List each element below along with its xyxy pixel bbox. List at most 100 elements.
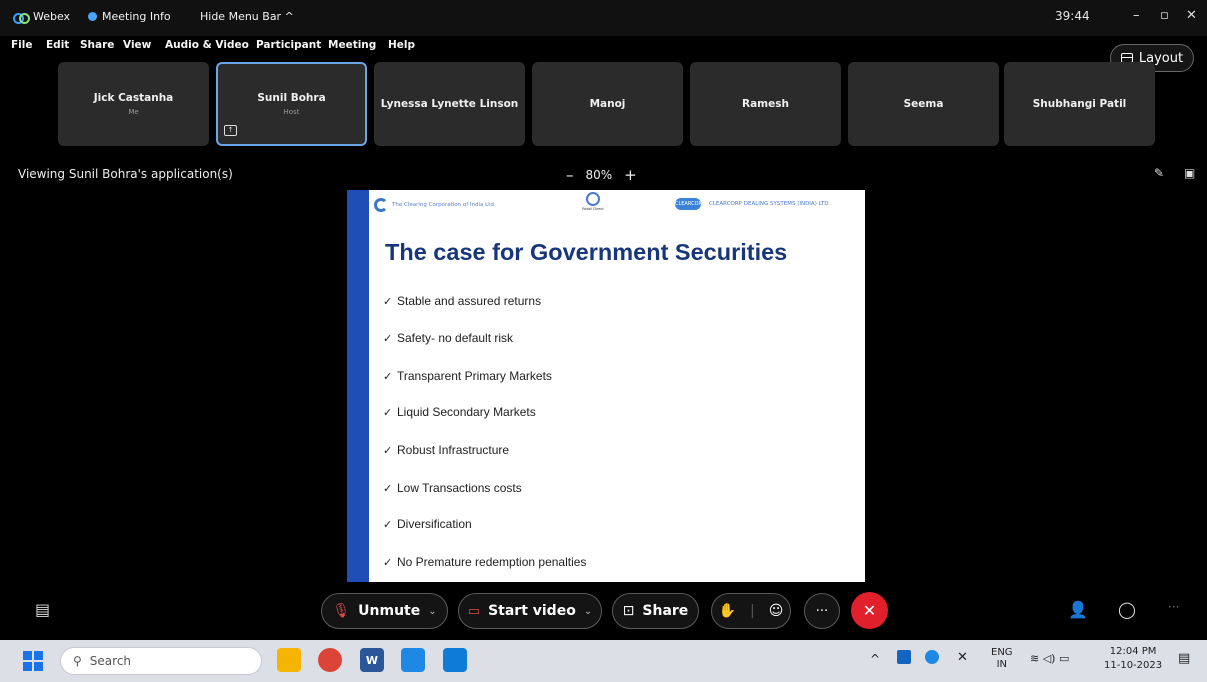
chat-panel-icon[interactable]: ▤ <box>35 600 50 619</box>
ccil-brand: The Clearing Corporation of India Ltd. <box>374 198 496 212</box>
participant-name: Ramesh <box>742 98 789 110</box>
title-bar: Webex Meeting Info Hide Menu Bar ^ 39:44… <box>0 0 1207 36</box>
list-item: ✓ Safety- no default risk <box>383 331 514 345</box>
participant-name: Lynessa Lynette Linson <box>380 98 519 110</box>
webex-logo-icon <box>13 12 30 24</box>
more-panels-icon[interactable]: ··· <box>1168 600 1179 614</box>
zoom-level: 80% <box>585 168 613 182</box>
participant-name: Seema <box>903 98 944 110</box>
info-icon <box>88 12 97 21</box>
list-item: ✓ Robust Infrastructure <box>383 443 510 457</box>
zoom-out-button[interactable]: – <box>566 166 574 184</box>
mic-muted-tray-icon[interactable]: ✕ <box>957 650 968 665</box>
app-name[interactable]: Webex <box>13 10 70 24</box>
participant-tile[interactable]: Manoj <box>532 62 683 146</box>
show-hidden-icons[interactable]: ^ <box>870 652 880 666</box>
chevron-down-icon[interactable]: ⌄ <box>584 606 592 617</box>
close-button[interactable]: ✕ <box>1186 8 1197 23</box>
viewing-label: Viewing Sunil Bohra's application(s) <box>18 167 233 181</box>
photos-icon[interactable] <box>401 648 425 672</box>
list-item: ✓ Transparent Primary Markets <box>383 369 552 383</box>
hide-menu-bar-button[interactable]: Hide Menu Bar ^ <box>200 10 294 23</box>
notifications-icon[interactable]: ▤ <box>1178 651 1190 666</box>
slide-header: The Clearing Corporation of India Ltd. R… <box>369 190 865 220</box>
list-item: ✓ Stable and assured returns <box>383 294 542 308</box>
annotate-icon[interactable]: ✎ <box>1154 166 1164 180</box>
participant-role: Host <box>283 108 300 116</box>
video-off-icon: ▭ <box>467 603 481 619</box>
reactions-group: ✋ | ☺ <box>711 593 791 629</box>
more-options-button[interactable]: ··· <box>804 593 840 629</box>
wifi-volume-battery-icon[interactable]: ≋ ◁) ▭ <box>1030 652 1069 665</box>
menu-file[interactable]: File <box>11 39 33 51</box>
participant-tile[interactable]: Jick Castanha Me <box>58 62 209 146</box>
mic-muted-icon: 🎙 <box>332 603 351 619</box>
popout-icon[interactable]: ▣ <box>1184 166 1195 180</box>
check-icon: ✓ <box>383 557 393 569</box>
menu-edit[interactable]: Edit <box>46 39 69 51</box>
meeting-timer: 39:44 <box>1055 9 1090 23</box>
chat-icon[interactable]: ◯ <box>1118 600 1136 619</box>
windows-start-icon[interactable] <box>23 651 43 671</box>
participant-name: Shubhangi Patil <box>1032 98 1127 110</box>
search-icon: ⚲ <box>73 654 82 668</box>
retail-direct-brand: Retail Direct <box>581 192 605 216</box>
menu-participant[interactable]: Participant <box>256 39 321 51</box>
check-icon: ✓ <box>383 333 393 345</box>
slide-accent-bar <box>347 190 369 582</box>
restore-button[interactable]: ▫ <box>1160 8 1169 23</box>
participants-icon[interactable]: 👤 <box>1068 600 1088 619</box>
raise-hand-icon[interactable]: ✋ <box>719 603 736 619</box>
menu-share[interactable]: Share <box>80 39 114 51</box>
unmute-button[interactable]: 🎙 Unmute ⌄ <box>321 593 448 629</box>
list-item: ✓ No Premature redemption penalties <box>383 555 587 569</box>
participant-tile[interactable]: Seema <box>848 62 999 146</box>
sharing-icon: ↑ <box>224 125 237 136</box>
share-button[interactable]: ⊡ Share <box>612 593 699 629</box>
participant-name: Jick Castanha <box>93 92 174 104</box>
emoji-icon[interactable]: ☺ <box>769 603 784 619</box>
word-icon[interactable]: W <box>360 648 384 672</box>
menu-view[interactable]: View <box>123 39 151 51</box>
end-call-button[interactable]: ✕ <box>851 592 888 629</box>
participant-role: Me <box>128 108 139 116</box>
participant-tile[interactable]: Lynessa Lynette Linson <box>374 62 525 146</box>
check-icon: ✓ <box>383 519 393 531</box>
menu-meeting[interactable]: Meeting <box>328 39 376 51</box>
share-icon: ⊡ <box>622 603 635 619</box>
system-clock[interactable]: 12:04 PM 11-10-2023 <box>1104 645 1162 673</box>
menu-help[interactable]: Help <box>388 39 415 51</box>
clearcorp-logo-icon: CLEARCORP <box>675 198 705 210</box>
meeting-controls <box>0 586 1207 638</box>
slide-title: The case for Government Securities <box>385 239 788 265</box>
chevron-down-icon[interactable]: ⌄ <box>428 606 436 617</box>
minimize-button[interactable]: – <box>1133 8 1140 23</box>
menu-bar: File Edit Share View Audio & Video Parti… <box>0 36 1207 56</box>
meeting-info-button[interactable]: Meeting Info <box>88 10 171 23</box>
webex-taskbar-icon[interactable] <box>443 648 467 672</box>
list-item: ✓ Liquid Secondary Markets <box>383 405 536 419</box>
security-icon[interactable] <box>925 650 939 664</box>
tray-app-icon[interactable] <box>897 650 911 664</box>
zoom-in-button[interactable]: + <box>624 166 637 184</box>
participant-name: Sunil Bohra <box>257 92 326 104</box>
participant-tile[interactable]: Sunil Bohra Host ↑ <box>216 62 367 146</box>
list-item: ✓ Diversification <box>383 517 472 531</box>
retail-direct-logo-icon <box>586 192 600 206</box>
check-icon: ✓ <box>383 445 393 457</box>
check-icon: ✓ <box>383 296 393 308</box>
start-video-button[interactable]: ▭ Start video ⌄ <box>458 593 602 629</box>
clearcorp-brand: CLEARCORP CLEARCORP DEALING SYSTEMS (IND… <box>675 198 830 210</box>
language-indicator[interactable]: ENG IN <box>991 647 1013 671</box>
ccil-logo-icon <box>374 198 388 212</box>
participant-tile[interactable]: Ramesh <box>690 62 841 146</box>
file-explorer-icon[interactable] <box>277 648 301 672</box>
zoom-control: – 80% + <box>566 166 637 184</box>
participant-name: Manoj <box>589 98 626 110</box>
check-icon: ✓ <box>383 483 393 495</box>
list-item: ✓ Low Transactions costs <box>383 481 522 495</box>
chrome-icon[interactable] <box>318 648 342 672</box>
participant-tile[interactable]: Shubhangi Patil <box>1004 62 1155 146</box>
taskbar-search[interactable]: ⚲ Search <box>60 647 262 675</box>
menu-audio-video[interactable]: Audio & Video <box>165 39 249 51</box>
